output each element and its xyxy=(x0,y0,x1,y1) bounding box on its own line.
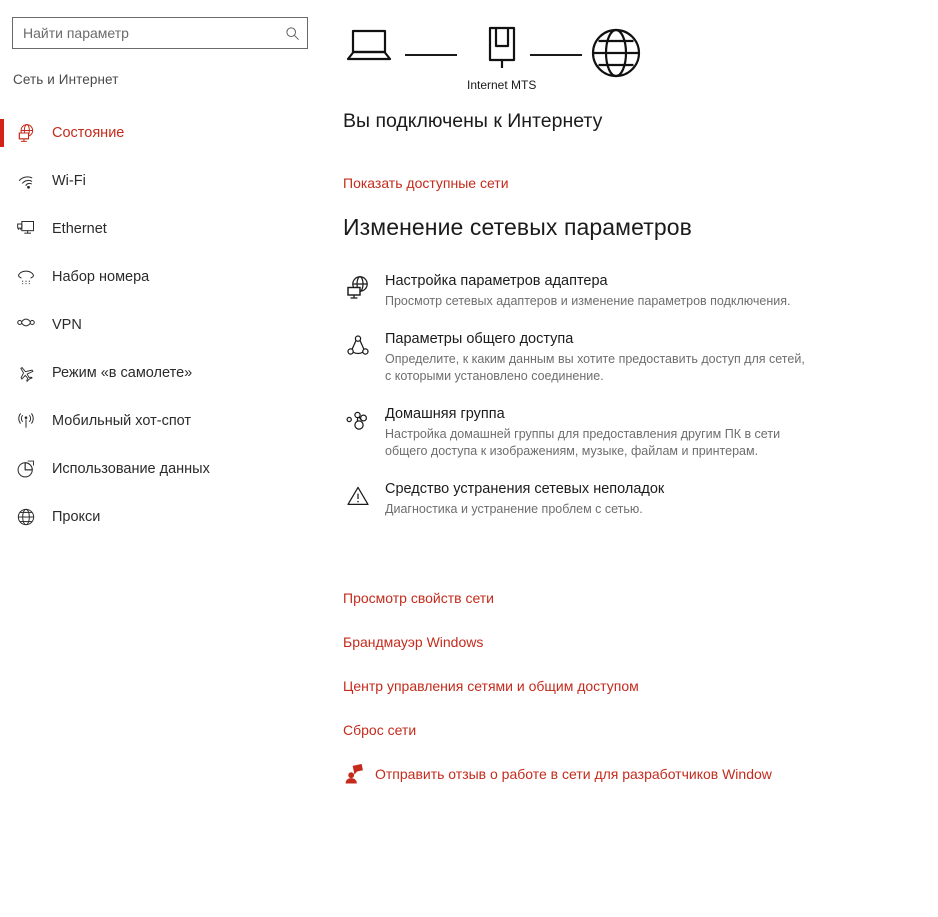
show-available-networks-link[interactable]: Показать доступные сети xyxy=(343,175,509,191)
sidebar-item-label: Режим «в самолете» xyxy=(52,364,193,381)
modem-icon xyxy=(482,24,522,75)
feedback-person-icon xyxy=(343,763,365,785)
hotspot-icon xyxy=(14,409,38,433)
sidebar-item-label: Прокси xyxy=(52,508,101,525)
globe-icon xyxy=(589,24,643,83)
option-text: Настройка параметров адаптера Просмотр с… xyxy=(385,272,843,310)
topology-node-internet xyxy=(589,24,643,86)
search-input[interactable] xyxy=(13,18,277,48)
link-row: Брандмауэр Windows xyxy=(343,634,903,652)
sidebar-item-label: Ethernet xyxy=(52,220,107,237)
sidebar-item-label: Набор номера xyxy=(52,268,150,285)
connection-status-text: Вы подключены к Интернету xyxy=(343,110,603,132)
sidebar-nav: Состояние Wi-Fi Ethernet Набор номера VP… xyxy=(0,109,330,541)
sidebar-item-label: VPN xyxy=(52,316,82,333)
network-status-icon xyxy=(14,121,38,145)
link-row: Сброс сети xyxy=(343,722,903,740)
sidebar-item-dialup[interactable]: Набор номера xyxy=(0,253,330,301)
send-feedback-link[interactable]: Отправить отзыв о работе в сети для разр… xyxy=(343,763,772,785)
option-title: Параметры общего доступа xyxy=(385,331,574,347)
dialup-icon xyxy=(14,265,38,289)
globe-icon xyxy=(14,505,38,529)
option-title: Домашняя группа xyxy=(385,406,505,422)
laptop-icon xyxy=(342,26,396,71)
sidebar-item-airplane-mode[interactable]: Режим «в самолете» xyxy=(0,349,330,397)
topology-node-modem: Internet MTS xyxy=(467,24,536,92)
option-text: Средство устранения сетевых неполадок Ди… xyxy=(385,480,843,518)
settings-sidebar: Сеть и Интернет Состояние xyxy=(0,0,330,917)
sidebar-item-label: Состояние xyxy=(52,124,125,141)
link-row: Просмотр свойств сети xyxy=(343,590,903,608)
feedback-label: Отправить отзыв о работе в сети для разр… xyxy=(375,766,772,782)
link-windows-firewall[interactable]: Брандмауэр Windows xyxy=(343,634,483,650)
sidebar-item-wifi[interactable]: Wi-Fi xyxy=(0,157,330,205)
link-row: Центр управления сетями и общим доступом xyxy=(343,678,903,696)
option-adapter-settings[interactable]: Настройка параметров адаптера Просмотр с… xyxy=(343,272,843,310)
network-related-links: Просмотр свойств сети Брандмауэр Windows… xyxy=(343,590,903,766)
option-description: Диагностика и устранение проблем с сетью… xyxy=(385,502,643,516)
link-network-reset[interactable]: Сброс сети xyxy=(343,722,416,738)
airplane-icon xyxy=(14,361,38,385)
sidebar-item-status[interactable]: Состояние xyxy=(0,109,330,157)
option-description: Определите, к каким данным вы хотите пре… xyxy=(385,352,805,383)
option-text: Домашняя группа Настройка домашней групп… xyxy=(385,405,843,460)
option-text: Параметры общего доступа Определите, к к… xyxy=(385,330,843,385)
topology-link-modem-to-internet xyxy=(530,54,582,56)
option-network-troubleshooter[interactable]: Средство устранения сетевых неполадок Ди… xyxy=(343,480,843,518)
adapter-settings-icon xyxy=(343,273,373,303)
network-settings-options: Настройка параметров адаптера Просмотр с… xyxy=(343,272,843,538)
data-usage-icon xyxy=(14,457,38,481)
topology-node-device xyxy=(342,26,396,74)
search-box[interactable] xyxy=(12,17,308,49)
option-title: Средство устранения сетевых неполадок xyxy=(385,481,665,497)
option-description: Просмотр сетевых адаптеров и изменение п… xyxy=(385,294,791,308)
ethernet-icon xyxy=(14,217,38,241)
sidebar-item-mobile-hotspot[interactable]: Мобильный хот-спот xyxy=(0,397,330,445)
network-topology-diagram: Internet MTS xyxy=(342,22,662,97)
search-icon[interactable] xyxy=(277,18,307,48)
homegroup-icon xyxy=(343,406,373,436)
sidebar-item-data-usage[interactable]: Использование данных xyxy=(0,445,330,493)
wifi-icon xyxy=(14,169,38,193)
sidebar-category-title: Сеть и Интернет xyxy=(13,72,119,87)
sidebar-item-label: Мобильный хот-спот xyxy=(52,412,192,429)
option-title: Настройка параметров адаптера xyxy=(385,273,608,289)
sidebar-item-proxy[interactable]: Прокси xyxy=(0,493,330,541)
option-sharing-settings[interactable]: Параметры общего доступа Определите, к к… xyxy=(343,330,843,385)
section-heading-change-network-settings: Изменение сетевых параметров xyxy=(343,214,692,240)
topology-link-device-to-modem xyxy=(405,54,457,56)
option-homegroup[interactable]: Домашняя группа Настройка домашней групп… xyxy=(343,405,843,460)
sidebar-item-ethernet[interactable]: Ethernet xyxy=(0,205,330,253)
topology-caption: Internet MTS xyxy=(467,78,537,92)
sidebar-item-label: Использование данных xyxy=(52,460,210,477)
option-description: Настройка домашней группы для предоставл… xyxy=(385,427,781,458)
vpn-icon xyxy=(14,313,38,337)
link-view-network-properties[interactable]: Просмотр свойств сети xyxy=(343,590,494,606)
link-network-and-sharing-center[interactable]: Центр управления сетями и общим доступом xyxy=(343,678,639,694)
sidebar-item-label: Wi-Fi xyxy=(52,172,86,189)
troubleshoot-warning-icon xyxy=(343,481,373,511)
sidebar-item-vpn[interactable]: VPN xyxy=(0,301,330,349)
settings-main-pane: Internet MTS Вы подключены к Интернету П… xyxy=(330,0,938,917)
sharing-icon xyxy=(343,331,373,361)
